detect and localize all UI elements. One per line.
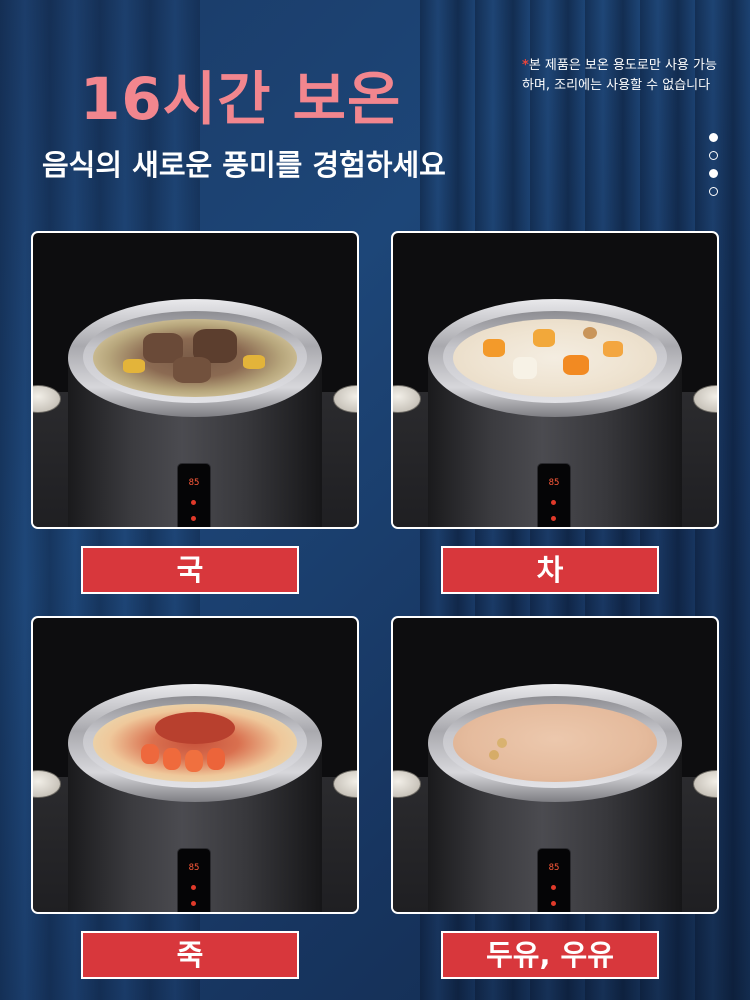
food-soy-milk bbox=[453, 704, 657, 782]
shrimp bbox=[185, 750, 203, 772]
indicator-light bbox=[191, 500, 196, 505]
product-photo-milk: 85 bbox=[391, 616, 719, 914]
control-panel: 85 bbox=[177, 463, 211, 527]
page-subtitle: 음식의 새로운 풍미를 경험하세요 bbox=[42, 148, 446, 182]
product-photo-porridge: 85 bbox=[31, 616, 359, 914]
indicator-light bbox=[191, 516, 196, 521]
food-porridge bbox=[93, 704, 297, 782]
bean bbox=[489, 750, 499, 760]
indicator-light bbox=[551, 901, 556, 906]
corn-piece bbox=[123, 359, 145, 373]
bead bbox=[583, 327, 597, 339]
corn-piece bbox=[243, 355, 265, 369]
label-tea: 차 bbox=[441, 546, 659, 594]
food-tea bbox=[453, 319, 657, 397]
shrimp bbox=[163, 748, 181, 770]
temperature-display: 85 bbox=[548, 478, 560, 488]
carousel-dot[interactable] bbox=[709, 187, 718, 196]
fruit-piece bbox=[533, 329, 555, 347]
bean bbox=[497, 738, 507, 748]
fruit-piece bbox=[563, 355, 589, 375]
label-milk: 두유, 우유 bbox=[441, 931, 659, 979]
label-soup: 국 bbox=[81, 546, 299, 594]
control-panel: 85 bbox=[537, 848, 571, 912]
indicator-light bbox=[551, 885, 556, 890]
control-panel: 85 bbox=[177, 848, 211, 912]
carousel-dot[interactable] bbox=[709, 133, 718, 142]
temperature-display: 85 bbox=[188, 863, 200, 873]
product-photo-tea: 85 bbox=[391, 231, 719, 529]
disclaimer-note: *본 제품은 보온 용도로만 사용 가능하며, 조리에는 사용할 수 없습니다 bbox=[522, 56, 727, 96]
indicator-light bbox=[191, 885, 196, 890]
indicator-light bbox=[191, 901, 196, 906]
carousel-dot[interactable] bbox=[709, 151, 718, 160]
note-asterisk: * bbox=[522, 58, 529, 73]
product-photo-soup: 85 bbox=[31, 231, 359, 529]
crab bbox=[155, 712, 235, 744]
fruit-piece bbox=[603, 341, 623, 357]
tofu-piece bbox=[513, 357, 537, 379]
indicator-light bbox=[551, 500, 556, 505]
shrimp bbox=[207, 748, 225, 770]
carousel-dots bbox=[709, 133, 721, 205]
note-text: 본 제품은 보온 용도로만 사용 가능하며, 조리에는 사용할 수 없습니다 bbox=[522, 58, 717, 93]
label-porridge: 죽 bbox=[81, 931, 299, 979]
temperature-display: 85 bbox=[188, 478, 200, 488]
food-soup bbox=[93, 319, 297, 397]
indicator-light bbox=[551, 516, 556, 521]
temperature-display: 85 bbox=[548, 863, 560, 873]
control-panel: 85 bbox=[537, 463, 571, 527]
fruit-piece bbox=[483, 339, 505, 357]
shrimp bbox=[141, 744, 159, 764]
meat-piece bbox=[173, 357, 211, 383]
page-title: 16시간 보온 bbox=[80, 65, 402, 133]
carousel-dot[interactable] bbox=[709, 169, 718, 178]
